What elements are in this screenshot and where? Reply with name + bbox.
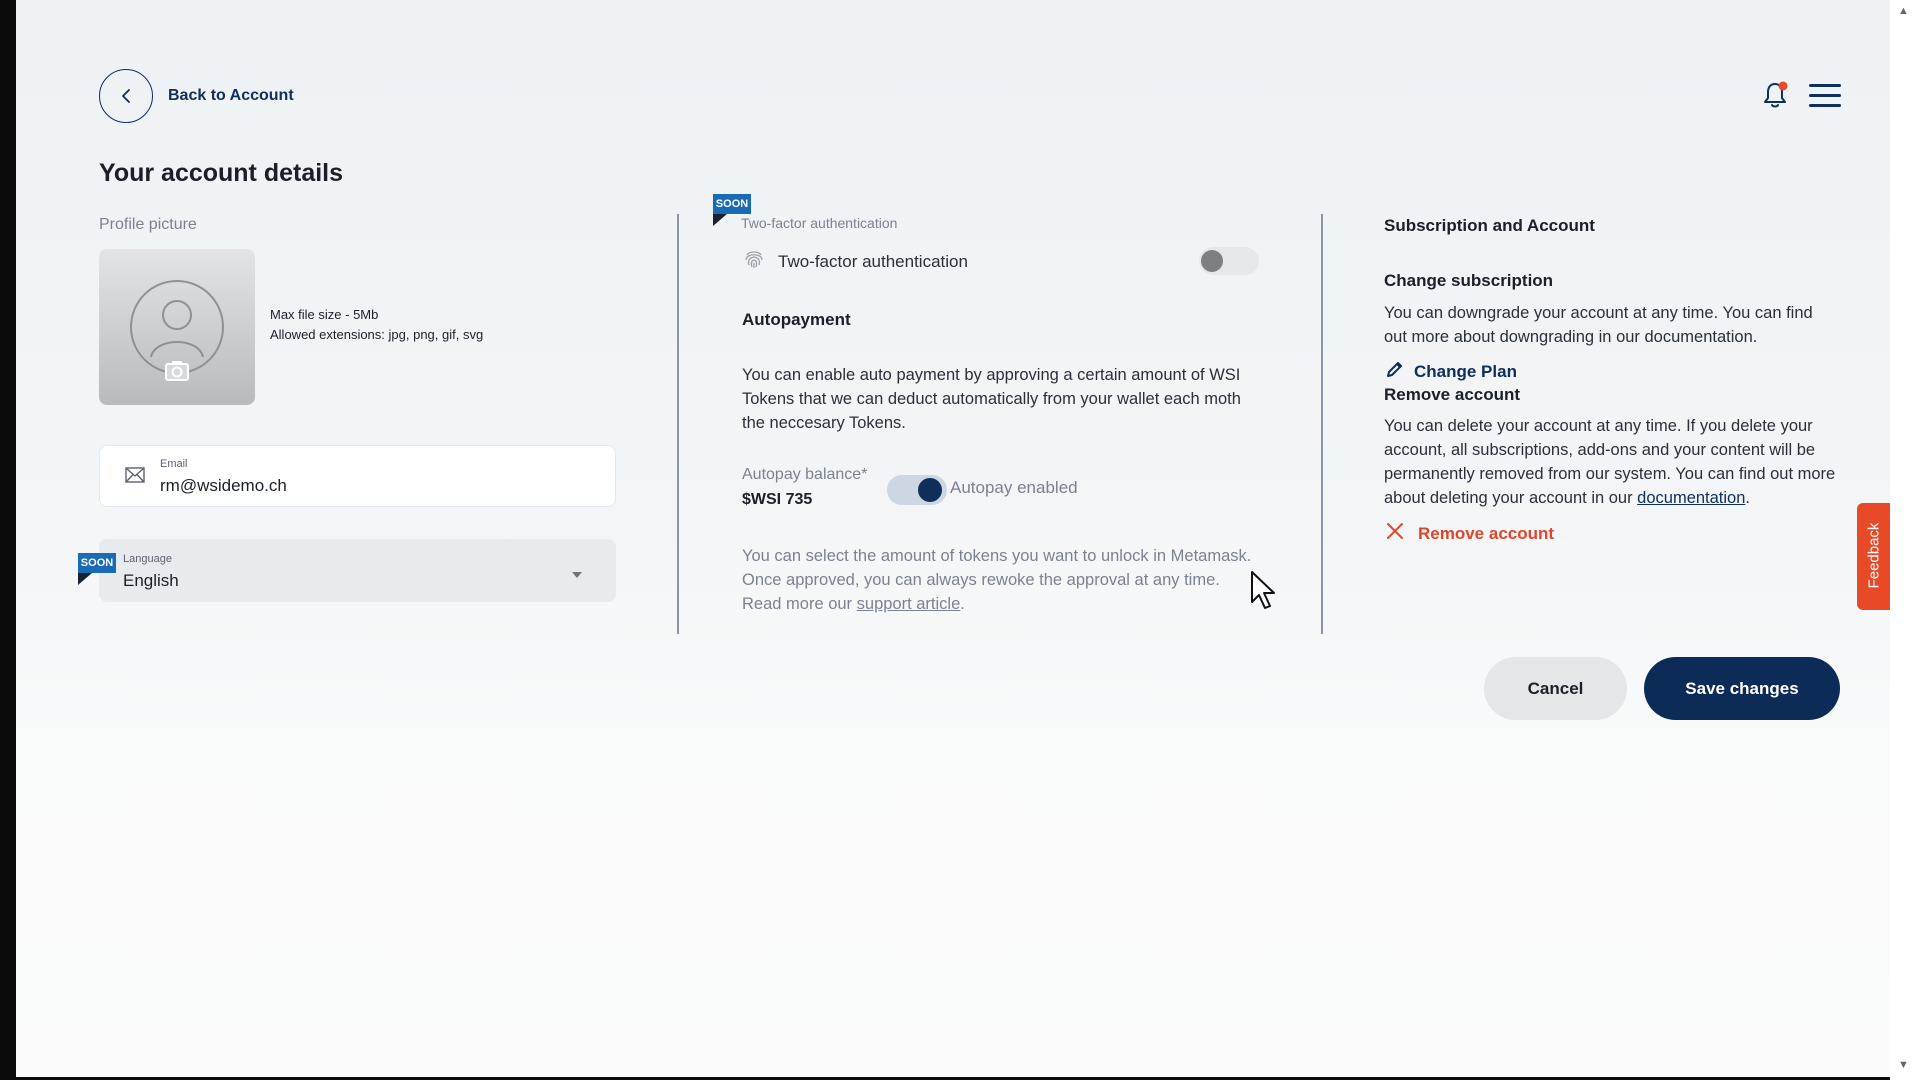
allowed-extensions: Allowed extensions: jpg, png, gif, svg [270,327,484,342]
column-divider-left [677,214,679,634]
max-file-size: Max file size - 5Mb [270,307,379,322]
camera-icon [165,361,189,381]
user-placeholder-icon [130,280,224,381]
subscription-heading: Subscription and Account [1384,216,1595,235]
autopayment-heading: Autopayment [742,310,851,329]
envelope-icon [125,467,145,488]
autopayment-description: You can enable auto payment by approving… [742,366,1241,432]
autopay-note-suffix: . [960,595,965,613]
autopay-toggle[interactable] [887,475,947,505]
change-plan-label: Change Plan [1414,361,1517,381]
remove-account-label: Remove account [1418,523,1555,543]
feedback-tab[interactable]: Feedback [1857,503,1891,610]
fingerprint-icon [742,247,766,276]
save-changes-button[interactable]: Save changes [1644,657,1840,720]
hamburger-menu-icon[interactable] [1809,84,1841,108]
autopay-note: You can select the amount of tokens you … [742,544,1262,616]
language-label: Language [123,553,172,565]
email-field[interactable]: Email rm@wsidemo.ch [99,445,616,507]
notification-dot [1778,81,1788,91]
dropdown-caret-icon [571,566,583,584]
email-value: rm@wsidemo.ch [160,476,287,495]
two-factor-small-label: Two-factor authentication [741,215,898,231]
page-title: Your account details [99,159,344,187]
autopay-balance-value: $WSI 735 [742,491,813,508]
upload-hint: Max file size - 5Mb Allowed extensions: … [270,305,483,345]
email-label: Email [160,458,188,470]
column-divider-right [1321,214,1323,634]
language-value: English [123,571,179,590]
documentation-link[interactable]: documentation [1637,489,1745,507]
bell-icon[interactable] [1761,80,1789,110]
back-to-account-label: Back to Account [168,87,294,104]
back-arrow-icon [99,69,153,123]
two-factor-row: Two-factor authentication [742,247,968,276]
change-plan-button[interactable]: Change Plan [1386,360,1517,383]
feedback-label: Feedback [1865,522,1883,589]
close-x-icon [1386,522,1404,545]
autopay-balance-label: Autopay balance* [742,466,868,483]
remove-account-suffix: . [1745,489,1751,507]
profile-avatar-upload[interactable] [99,249,255,405]
remove-account-text: You can delete your account at any time.… [1384,414,1844,510]
two-factor-label: Two-factor authentication [778,251,968,271]
profile-picture-label: Profile picture [99,216,197,233]
change-subscription-text: You can downgrade your account at any ti… [1384,304,1813,346]
cancel-button[interactable]: Cancel [1484,657,1627,720]
scroll-up-arrow-icon[interactable]: ▲ [1898,6,1909,17]
support-article-link[interactable]: support article [857,595,961,613]
soon-badge-language: SOON [78,553,116,585]
remove-account-heading: Remove account [1384,385,1521,404]
autopay-note-text: You can select the amount of tokens you … [742,547,1252,613]
remove-account-description: You can delete your account at any time.… [1384,417,1836,507]
scroll-down-arrow-icon[interactable]: ▼ [1898,1060,1909,1071]
remove-account-button[interactable]: Remove account [1386,522,1554,545]
language-select[interactable]: Language English [99,539,616,602]
mouse-cursor-icon [1249,570,1279,612]
app-viewport: Back to Account Your account details Pro… [16,0,1890,1077]
change-subscription-heading: Change subscription [1384,271,1554,290]
pencil-icon [1386,360,1404,383]
vertical-scrollbar[interactable]: ▲ ▼ [1890,0,1920,1080]
back-to-account-button[interactable]: Back to Account [99,69,294,123]
two-factor-toggle[interactable] [1199,247,1259,275]
autopay-toggle-label: Autopay enabled [950,478,1078,497]
